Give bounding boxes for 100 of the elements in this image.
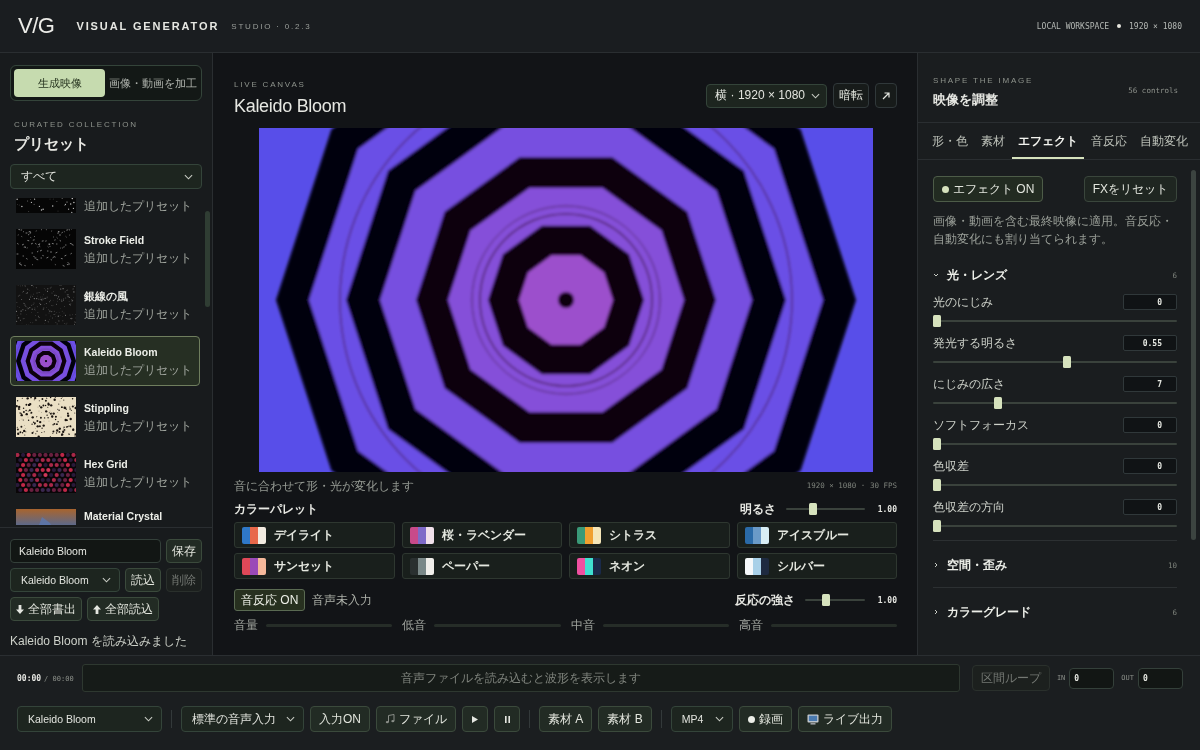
in-point-field[interactable]: 0 [1069, 667, 1115, 689]
canvas-title: Kaleido Bloom [234, 95, 347, 117]
value-field[interactable]: 0.55 [1123, 335, 1177, 351]
version-label: STUDIO · 0.2.3 [231, 21, 312, 31]
preset-select[interactable]: Kaleido Bloom [17, 706, 162, 732]
status-dot-icon [1117, 24, 1121, 28]
preset-name: Stroke Field [84, 233, 146, 247]
scrollbar[interactable] [205, 211, 210, 307]
workspace-label: LOCAL WORKSPACE [1036, 21, 1109, 31]
palette-button[interactable]: サンセット [234, 553, 395, 579]
audio-input-select[interactable]: 標準の音声入力 [181, 706, 304, 732]
slider-thumb[interactable] [994, 397, 1003, 409]
palette-button[interactable]: ネオン [569, 553, 730, 579]
strength-label: 反応の強さ [735, 591, 795, 609]
crystal-gradient-drawing [16, 509, 76, 525]
inspector-tab[interactable]: エフェクト [1011, 125, 1085, 159]
audio-reactive-toggle[interactable]: 音反応 ON [234, 589, 306, 611]
inspector-tab[interactable]: 音反応 [1084, 125, 1134, 159]
format-select[interactable]: MP4 [670, 706, 733, 732]
slider-track[interactable] [933, 438, 1177, 450]
value-field[interactable]: 7 [1123, 376, 1177, 392]
preset-item[interactable]: 追加したプリセット [10, 197, 200, 218]
blackout-button[interactable]: 暗転 [833, 83, 869, 108]
save-button[interactable]: 保存 [166, 539, 202, 563]
palette-swatch-icon [409, 526, 434, 544]
value-field[interactable]: 0 [1123, 294, 1177, 310]
waveform-placeholder: 音声ファイルを読み込むと波形を表示します [400, 669, 641, 687]
play-button[interactable] [462, 706, 488, 732]
record-button[interactable]: 録画 [738, 706, 792, 732]
waveform-area[interactable]: 音声ファイルを読み込むと波形を表示します [82, 664, 960, 692]
input-on-button[interactable]: 入力ON [310, 706, 370, 732]
filter-select[interactable]: すべて [10, 164, 202, 189]
mode-tab[interactable]: 画像・動画を加工 [107, 69, 198, 97]
value-field[interactable]: 0 [1123, 458, 1177, 474]
slider-track[interactable] [933, 315, 1177, 327]
inspector-tab[interactable]: 自動変化 [1133, 125, 1194, 159]
section-toggle[interactable]: 光・レンズ [933, 266, 1173, 284]
strength-reading: 1.00 [876, 595, 897, 605]
file-button[interactable]: ファイル [376, 706, 456, 732]
slider-track[interactable] [805, 594, 865, 606]
value-field[interactable]: 0 [1123, 499, 1177, 515]
slider-track[interactable] [933, 356, 1177, 368]
scrollbar[interactable] [1191, 170, 1196, 540]
slider-thumb[interactable] [1062, 356, 1071, 368]
palette-button[interactable]: シルバー [736, 553, 897, 579]
slider-track[interactable] [933, 479, 1177, 491]
load-button[interactable]: 読込 [125, 568, 161, 592]
section-toggle[interactable]: 空間・歪み [933, 556, 1168, 574]
reset-effects-button[interactable]: FXをリセット [1083, 176, 1177, 202]
palette-swatch-icon [744, 526, 769, 544]
control-label: 色収差の方向 [933, 498, 1005, 516]
orientation-select[interactable]: 横 · 1920 × 1080 [706, 83, 827, 108]
inspector-tab[interactable]: 形・色 [926, 125, 975, 159]
preset-item[interactable]: Kaleido Bloom 追加したプリセット [10, 336, 200, 386]
slider-thumb[interactable] [933, 520, 941, 532]
pause-button[interactable] [494, 706, 520, 732]
import-all-button[interactable]: 全部読込 [87, 597, 159, 621]
out-point-field[interactable]: 0 [1138, 667, 1183, 689]
caret-icon [102, 577, 111, 583]
asset-a-button[interactable]: 素材 A [539, 706, 593, 732]
slider-thumb[interactable] [808, 503, 817, 515]
current-time: 00:00 [17, 673, 42, 683]
preset-item[interactable]: Stippling 追加したプリセット [10, 392, 200, 442]
slider-thumb[interactable] [933, 315, 941, 327]
inspector-tab[interactable]: 素材 [974, 125, 1012, 159]
popout-button[interactable] [875, 83, 897, 108]
live-output-button[interactable]: ライブ出力 [797, 706, 892, 732]
audio-status: 音声未入力 [312, 591, 373, 609]
play-icon [472, 715, 478, 723]
preset-item[interactable]: 銀線の風 追加したプリセット [10, 280, 200, 330]
mode-tab[interactable]: 生成映像 [14, 69, 105, 97]
export-all-button[interactable]: 全部書出 [10, 597, 82, 621]
preset-select[interactable]: Kaleido Bloom [10, 568, 120, 592]
palette-button[interactable]: ペーパー [401, 553, 562, 579]
palette-button[interactable]: 桜・ラベンダー [401, 522, 562, 548]
palette-button[interactable]: シトラス [569, 522, 730, 548]
canvas-eyebrow: LIVE CANVAS [234, 80, 307, 89]
value-field[interactable]: 0 [1123, 417, 1177, 433]
pause-icon [504, 715, 510, 723]
preset-name-field[interactable]: Kaleido Bloom [10, 539, 161, 563]
slider-track[interactable] [933, 397, 1177, 409]
palette-swatch-icon [242, 557, 266, 575]
slider-track[interactable] [786, 503, 865, 515]
effect-toggle[interactable]: エフェクト ON [933, 176, 1044, 202]
slider-thumb[interactable] [933, 479, 941, 491]
preset-item[interactable]: Hex Grid 追加したプリセット [10, 448, 200, 498]
dot-noise-drawing [16, 285, 76, 325]
palette-button[interactable]: デイライト [234, 522, 395, 548]
brightness-reading: 1.00 [876, 504, 897, 514]
status-dot-icon [942, 185, 949, 193]
caret-icon [811, 92, 820, 99]
slider-thumb[interactable] [822, 594, 831, 606]
section-toggle[interactable]: カラーグレード [933, 603, 1173, 621]
meter-label: 音量 [234, 617, 258, 634]
asset-b-button[interactable]: 素材 B [598, 706, 652, 732]
palette-button[interactable]: アイスブルー [736, 522, 897, 548]
decagon-rings-drawing [16, 341, 76, 381]
slider-track[interactable] [933, 520, 1177, 532]
preset-item[interactable]: Stroke Field 追加したプリセット [10, 224, 200, 274]
slider-thumb[interactable] [933, 438, 941, 450]
